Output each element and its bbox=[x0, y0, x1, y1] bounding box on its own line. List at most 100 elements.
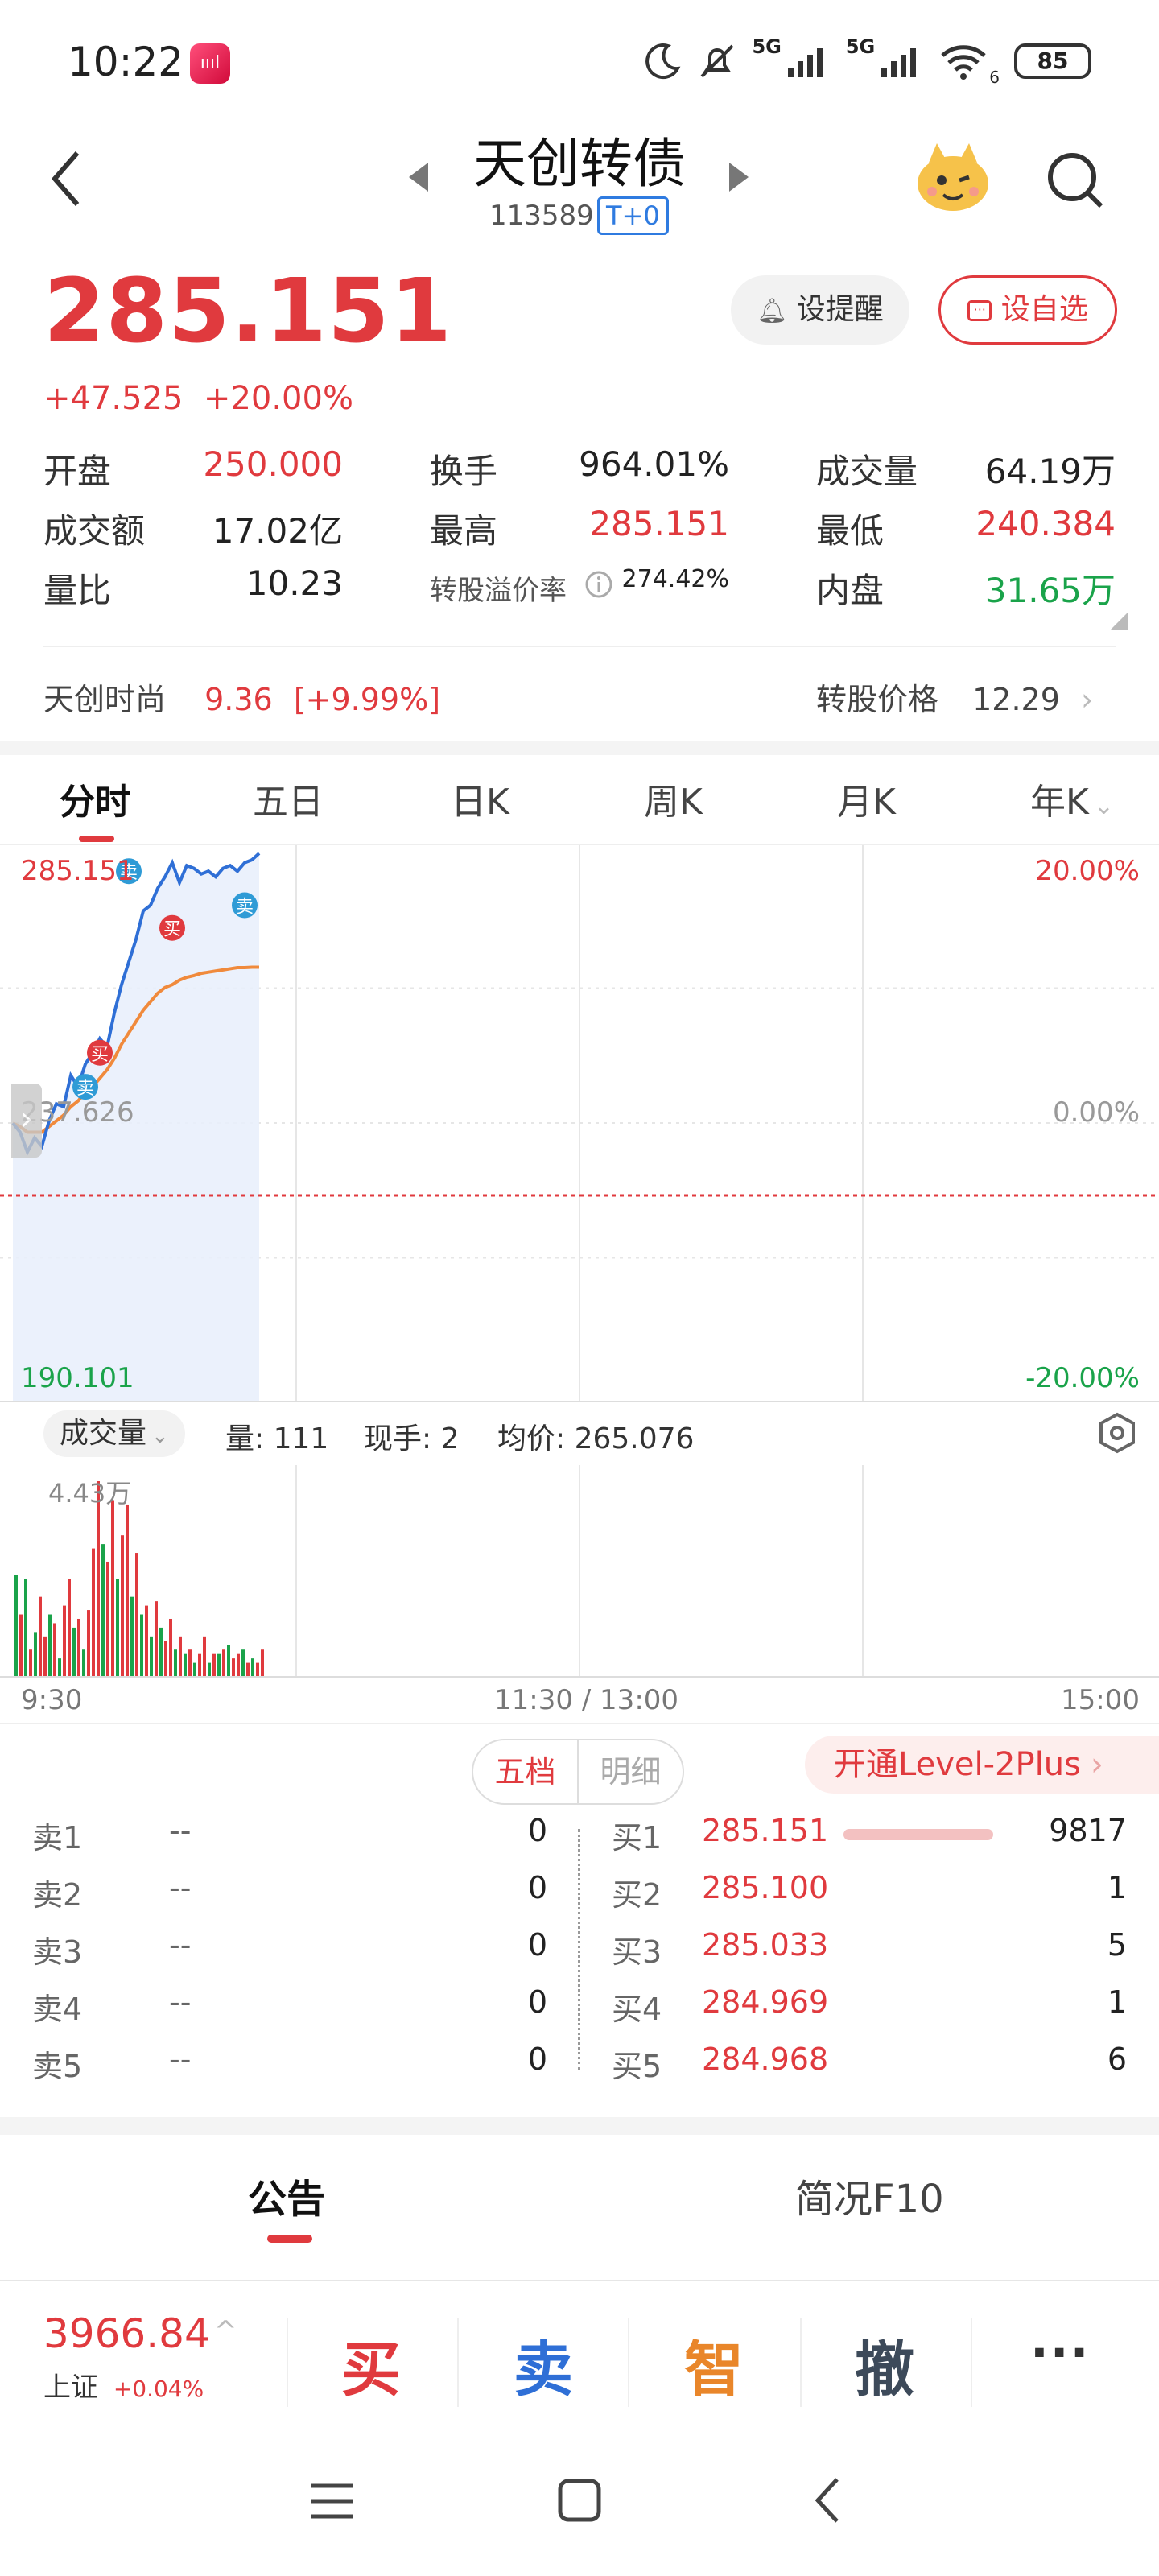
back-nav-icon[interactable] bbox=[811, 2476, 843, 2524]
signal-icon-2 bbox=[881, 48, 917, 77]
tab-five-levels[interactable]: 五档 bbox=[473, 1740, 579, 1803]
buy-button[interactable]: 买 bbox=[341, 2322, 401, 2408]
search-icon[interactable] bbox=[1043, 148, 1107, 213]
ask-row: 卖1 -- 0 bbox=[32, 1813, 547, 1870]
menu-nav-icon[interactable] bbox=[309, 2481, 354, 2521]
volume-bar bbox=[159, 1627, 163, 1676]
y-label-high: 285.151 bbox=[21, 855, 134, 887]
volume-bar bbox=[232, 1658, 235, 1676]
divider bbox=[800, 2318, 802, 2407]
intraday-chart[interactable]: 卖买卖买卖 bbox=[0, 845, 1159, 1401]
conversion-price-label: 转股价格 bbox=[816, 682, 939, 717]
tab-monthly-k[interactable]: 月K bbox=[837, 773, 896, 824]
y-label-low: 190.101 bbox=[21, 1362, 134, 1394]
stat-label-volume: 成交量 bbox=[816, 452, 918, 491]
volume-chart[interactable] bbox=[0, 1465, 1159, 1678]
volume-bar bbox=[92, 1548, 95, 1676]
chevron-right-icon: › bbox=[1090, 1746, 1103, 1783]
side-handle[interactable]: › bbox=[11, 1084, 42, 1158]
ask-row: 卖3 -- 0 bbox=[32, 1927, 547, 1984]
wifi-icon bbox=[941, 45, 986, 80]
trade-marker-label: 买 bbox=[91, 1045, 109, 1065]
volume-bar bbox=[237, 1653, 240, 1676]
stat-label-turnover: 换手 bbox=[430, 452, 498, 491]
volume-bar bbox=[251, 1658, 254, 1676]
volume-bar bbox=[29, 1649, 32, 1676]
underlying-stock-row[interactable]: 天创时尚 9.36 [+9.99%] bbox=[43, 675, 440, 719]
index-info: 上证 +0.04% bbox=[43, 2365, 253, 2405]
bid-row: 买3 285.033 5 bbox=[612, 1927, 1127, 1984]
volume-bar bbox=[208, 1662, 211, 1676]
volume-bar bbox=[174, 1649, 177, 1676]
moon-icon bbox=[645, 43, 681, 80]
next-arrow-icon[interactable] bbox=[728, 161, 750, 193]
tab-weekly-k[interactable]: 周K bbox=[644, 773, 703, 824]
ask-row: 卖4 -- 0 bbox=[32, 1984, 547, 2041]
stat-value-volume: 64.19万 bbox=[984, 452, 1116, 491]
stat-label-open: 开盘 bbox=[43, 452, 112, 491]
more-button[interactable]: ··· bbox=[1030, 2325, 1090, 2381]
ask-row: 卖5 -- 0 bbox=[32, 2041, 547, 2099]
volume-bar bbox=[34, 1632, 37, 1676]
t0-badge: T+0 bbox=[597, 196, 669, 235]
bid-price: 285.100 bbox=[702, 1870, 829, 1905]
sell-button[interactable]: 卖 bbox=[514, 2322, 573, 2408]
volume-bar bbox=[179, 1636, 182, 1676]
bid-row: 买5 284.968 6 bbox=[612, 2041, 1127, 2099]
ask-label: 卖2 bbox=[32, 1877, 83, 1913]
conversion-price-row[interactable]: 转股价格 12.29 › bbox=[816, 675, 1093, 719]
smart-trade-button[interactable]: 智 bbox=[684, 2322, 744, 2408]
axis-line bbox=[0, 1676, 1159, 1678]
ask-price: -- bbox=[169, 1984, 192, 2020]
volume-bar bbox=[58, 1658, 61, 1676]
volume-bar bbox=[87, 1610, 90, 1676]
set-reminder-button[interactable]: 🔔︎ 设提醒 bbox=[731, 275, 909, 345]
home-nav-icon[interactable] bbox=[557, 2478, 602, 2523]
pct-label-mid: 0.00% bbox=[1052, 1096, 1140, 1129]
volume-bar bbox=[77, 1618, 80, 1676]
bid-price: 284.968 bbox=[702, 2041, 829, 2077]
indicator-selector-label: 成交量 bbox=[60, 1417, 147, 1450]
tab-detail[interactable]: 明细 bbox=[579, 1740, 683, 1803]
tab-five-day[interactable]: 五日 bbox=[253, 773, 324, 824]
chart-divider bbox=[0, 1401, 1159, 1402]
ask-qty: 0 bbox=[527, 1813, 547, 1848]
bid-label: 买5 bbox=[612, 2049, 662, 2084]
indicator-selector[interactable]: 成交量 ⌄ bbox=[43, 1410, 185, 1457]
volume-bar bbox=[169, 1618, 172, 1676]
conversion-price-value: 12.29 bbox=[972, 682, 1060, 717]
ask-price: -- bbox=[169, 1870, 192, 1905]
tab-daily-k[interactable]: 日K bbox=[451, 773, 509, 824]
mascot-icon[interactable] bbox=[913, 138, 993, 216]
tab-yearly-k[interactable]: 年K ⌄ bbox=[1030, 773, 1114, 824]
volume-qty: 量: 111 bbox=[225, 1422, 329, 1455]
last-price: 285.151 bbox=[43, 259, 453, 362]
volume-bar bbox=[24, 1579, 27, 1676]
bid-qty: 9817 bbox=[1049, 1813, 1127, 1848]
pct-label-low: -20.00% bbox=[1025, 1362, 1140, 1394]
volume-bar bbox=[97, 1481, 100, 1676]
status-icons: 5G 5G 6 85 bbox=[642, 35, 1091, 87]
cancel-order-button[interactable]: 撤 bbox=[855, 2322, 914, 2408]
tab-intraday[interactable]: 分时 bbox=[60, 773, 130, 824]
tab-announcements[interactable]: 公告 bbox=[248, 2167, 325, 2223]
level2-upgrade-button[interactable]: 开通Level-2Plus › bbox=[805, 1736, 1159, 1794]
settings-icon[interactable] bbox=[1096, 1412, 1138, 1454]
bid-label: 买4 bbox=[612, 1992, 662, 2027]
ask-qty: 0 bbox=[527, 1870, 547, 1905]
volume-bar bbox=[145, 1605, 148, 1676]
divider bbox=[0, 2280, 1159, 2281]
expand-corner-icon[interactable] bbox=[1111, 612, 1128, 630]
volume-bar bbox=[140, 1614, 143, 1676]
tab-f10[interactable]: 简况F10 bbox=[795, 2167, 944, 2223]
volume-bar bbox=[193, 1662, 196, 1676]
volume-bar bbox=[126, 1504, 129, 1676]
info-icon[interactable] bbox=[584, 570, 613, 599]
battery-indicator: 85 bbox=[1014, 43, 1091, 79]
section-separator bbox=[0, 741, 1159, 755]
orderbook-toggle: 五档 明细 bbox=[472, 1739, 684, 1805]
orderbook-center-divider bbox=[578, 1829, 580, 2070]
stat-label-inner: 内盘 bbox=[816, 571, 885, 610]
add-watchlist-button[interactable]: ··· 设自选 bbox=[938, 275, 1117, 345]
volume-bar bbox=[53, 1623, 56, 1676]
